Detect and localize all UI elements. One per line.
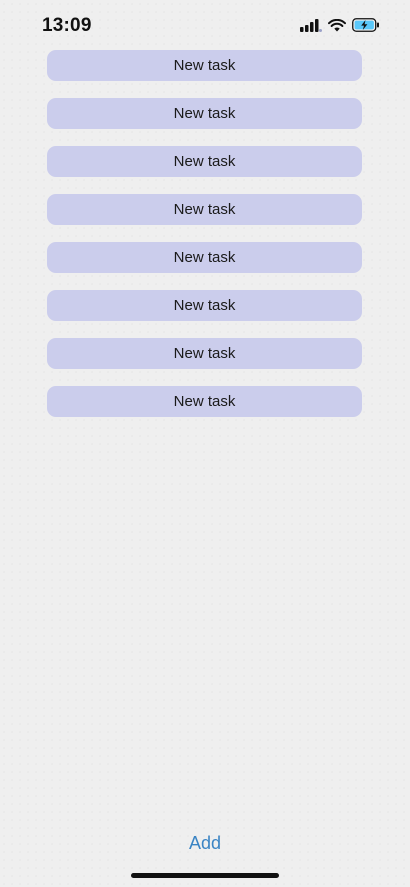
status-time: 13:09 [42, 15, 92, 36]
task-label: New task [173, 345, 236, 362]
cellular-signal-icon [300, 18, 322, 32]
task-label: New task [173, 201, 236, 218]
status-bar: 13:09 [0, 0, 410, 52]
task-item[interactable]: New task [47, 290, 362, 321]
task-item[interactable]: New task [47, 242, 362, 273]
app-screen: 13:09 New task New task New task New tas… [0, 0, 410, 887]
task-label: New task [173, 297, 236, 314]
task-item[interactable]: New task [47, 50, 362, 81]
battery-charging-icon [352, 18, 380, 32]
task-label: New task [173, 393, 236, 410]
wifi-icon [328, 18, 346, 32]
task-item[interactable]: New task [47, 386, 362, 417]
add-button[interactable]: Add [0, 833, 410, 854]
home-indicator[interactable] [131, 873, 279, 878]
task-label: New task [173, 153, 236, 170]
task-label: New task [173, 249, 236, 266]
task-item[interactable]: New task [47, 194, 362, 225]
task-label: New task [173, 105, 236, 122]
task-label: New task [173, 57, 236, 74]
task-item[interactable]: New task [47, 146, 362, 177]
task-item[interactable]: New task [47, 338, 362, 369]
task-item[interactable]: New task [47, 98, 362, 129]
task-list: New task New task New task New task New … [47, 50, 362, 434]
status-icons [300, 18, 380, 32]
